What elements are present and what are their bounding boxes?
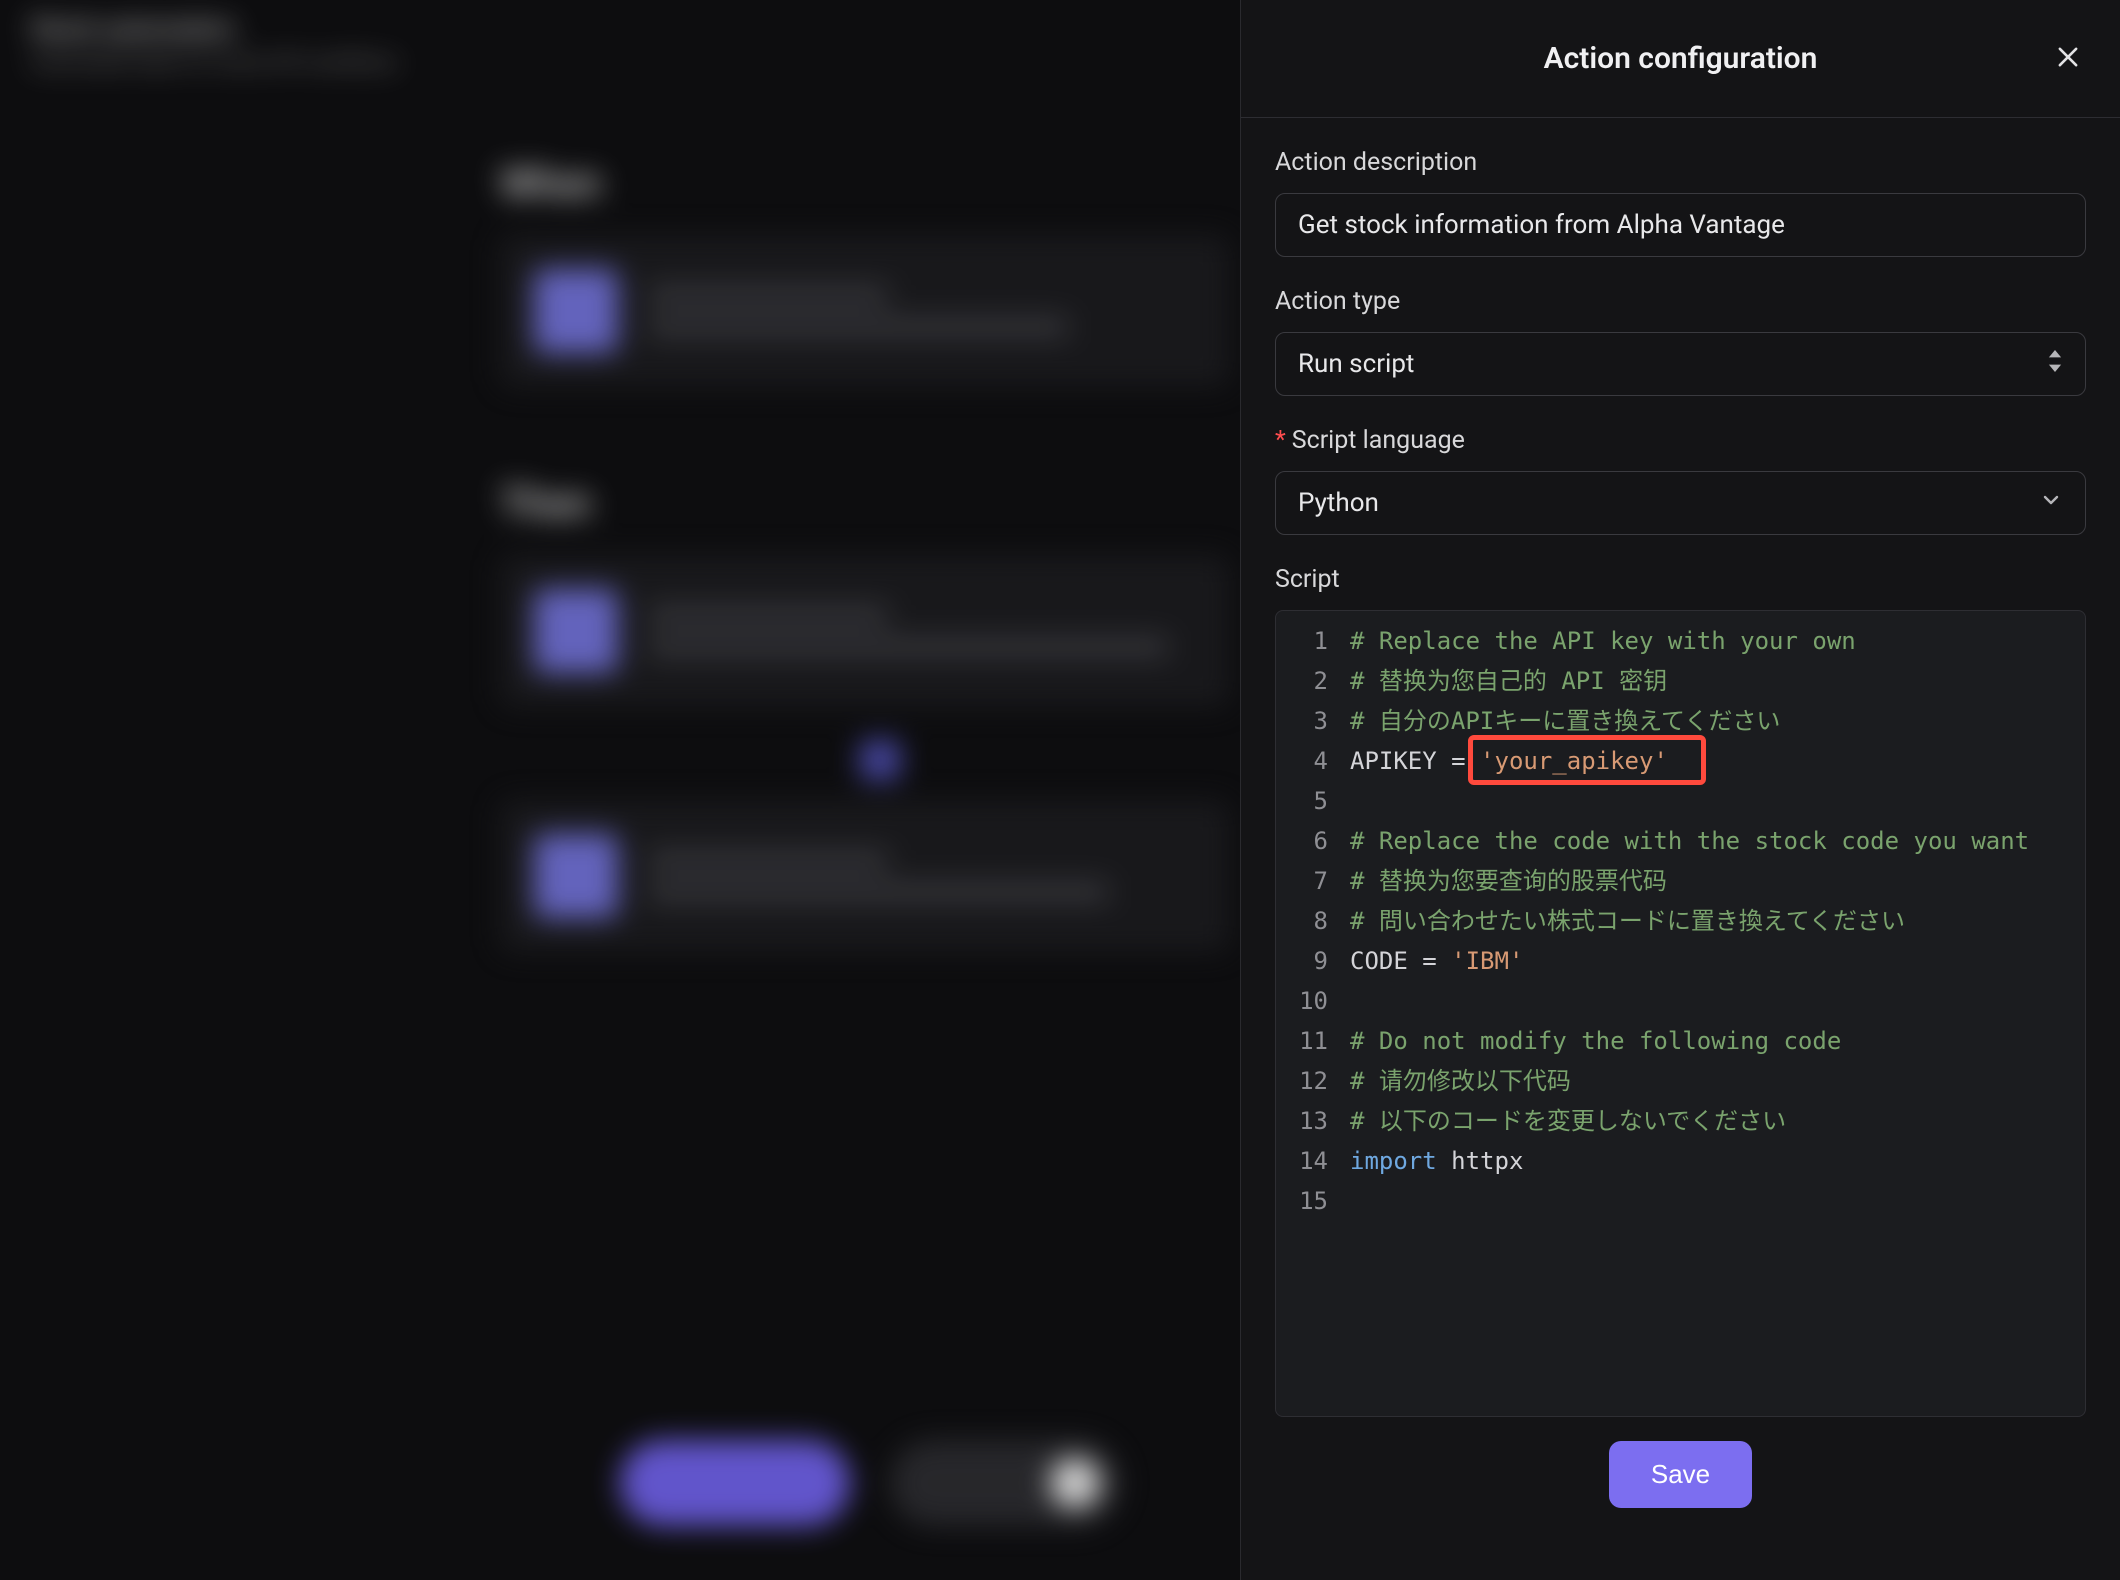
panel-title: Action configuration xyxy=(1544,41,1818,76)
script-language-label: *Script language xyxy=(1275,426,2086,455)
bg-section-then2 xyxy=(500,800,1230,978)
close-button[interactable] xyxy=(2050,41,2086,77)
bg-arrow-icon xyxy=(860,740,900,780)
script-language-value: Python xyxy=(1298,488,2039,518)
action-description-input[interactable]: Get stock information from Alpha Vantage xyxy=(1275,193,2086,257)
save-button[interactable]: Save xyxy=(1609,1441,1752,1508)
panel-footer: Save xyxy=(1275,1417,2086,1560)
close-icon xyxy=(2054,43,2082,75)
updown-icon xyxy=(2047,349,2063,379)
code-content: # Replace the API key with your own# 替换为… xyxy=(1338,611,2041,1416)
action-config-panel: Action configuration Action description … xyxy=(1240,0,2120,1580)
panel-body: Action description Get stock information… xyxy=(1241,118,2120,1580)
chevron-down-icon xyxy=(2039,488,2063,519)
bg-section-then: Then xyxy=(500,480,1230,733)
required-star: * xyxy=(1275,426,1286,455)
action-description-value: Get stock information from Alpha Vantage xyxy=(1298,210,1785,240)
panel-header: Action configuration xyxy=(1241,0,2120,118)
code-gutter: 123456789101112131415 xyxy=(1276,611,1338,1416)
action-description-label: Action description xyxy=(1275,148,2086,177)
script-label: Script xyxy=(1275,565,2086,594)
bg-buttons xyxy=(620,1440,1120,1526)
action-type-select[interactable]: Run script xyxy=(1275,332,2086,396)
script-language-select[interactable]: Python xyxy=(1275,471,2086,535)
script-editor[interactable]: 123456789101112131415 # Replace the API … xyxy=(1275,610,2086,1417)
action-type-value: Run script xyxy=(1298,349,2047,379)
bg-section-when: When xyxy=(500,160,1230,413)
action-type-label: Action type xyxy=(1275,287,2086,316)
